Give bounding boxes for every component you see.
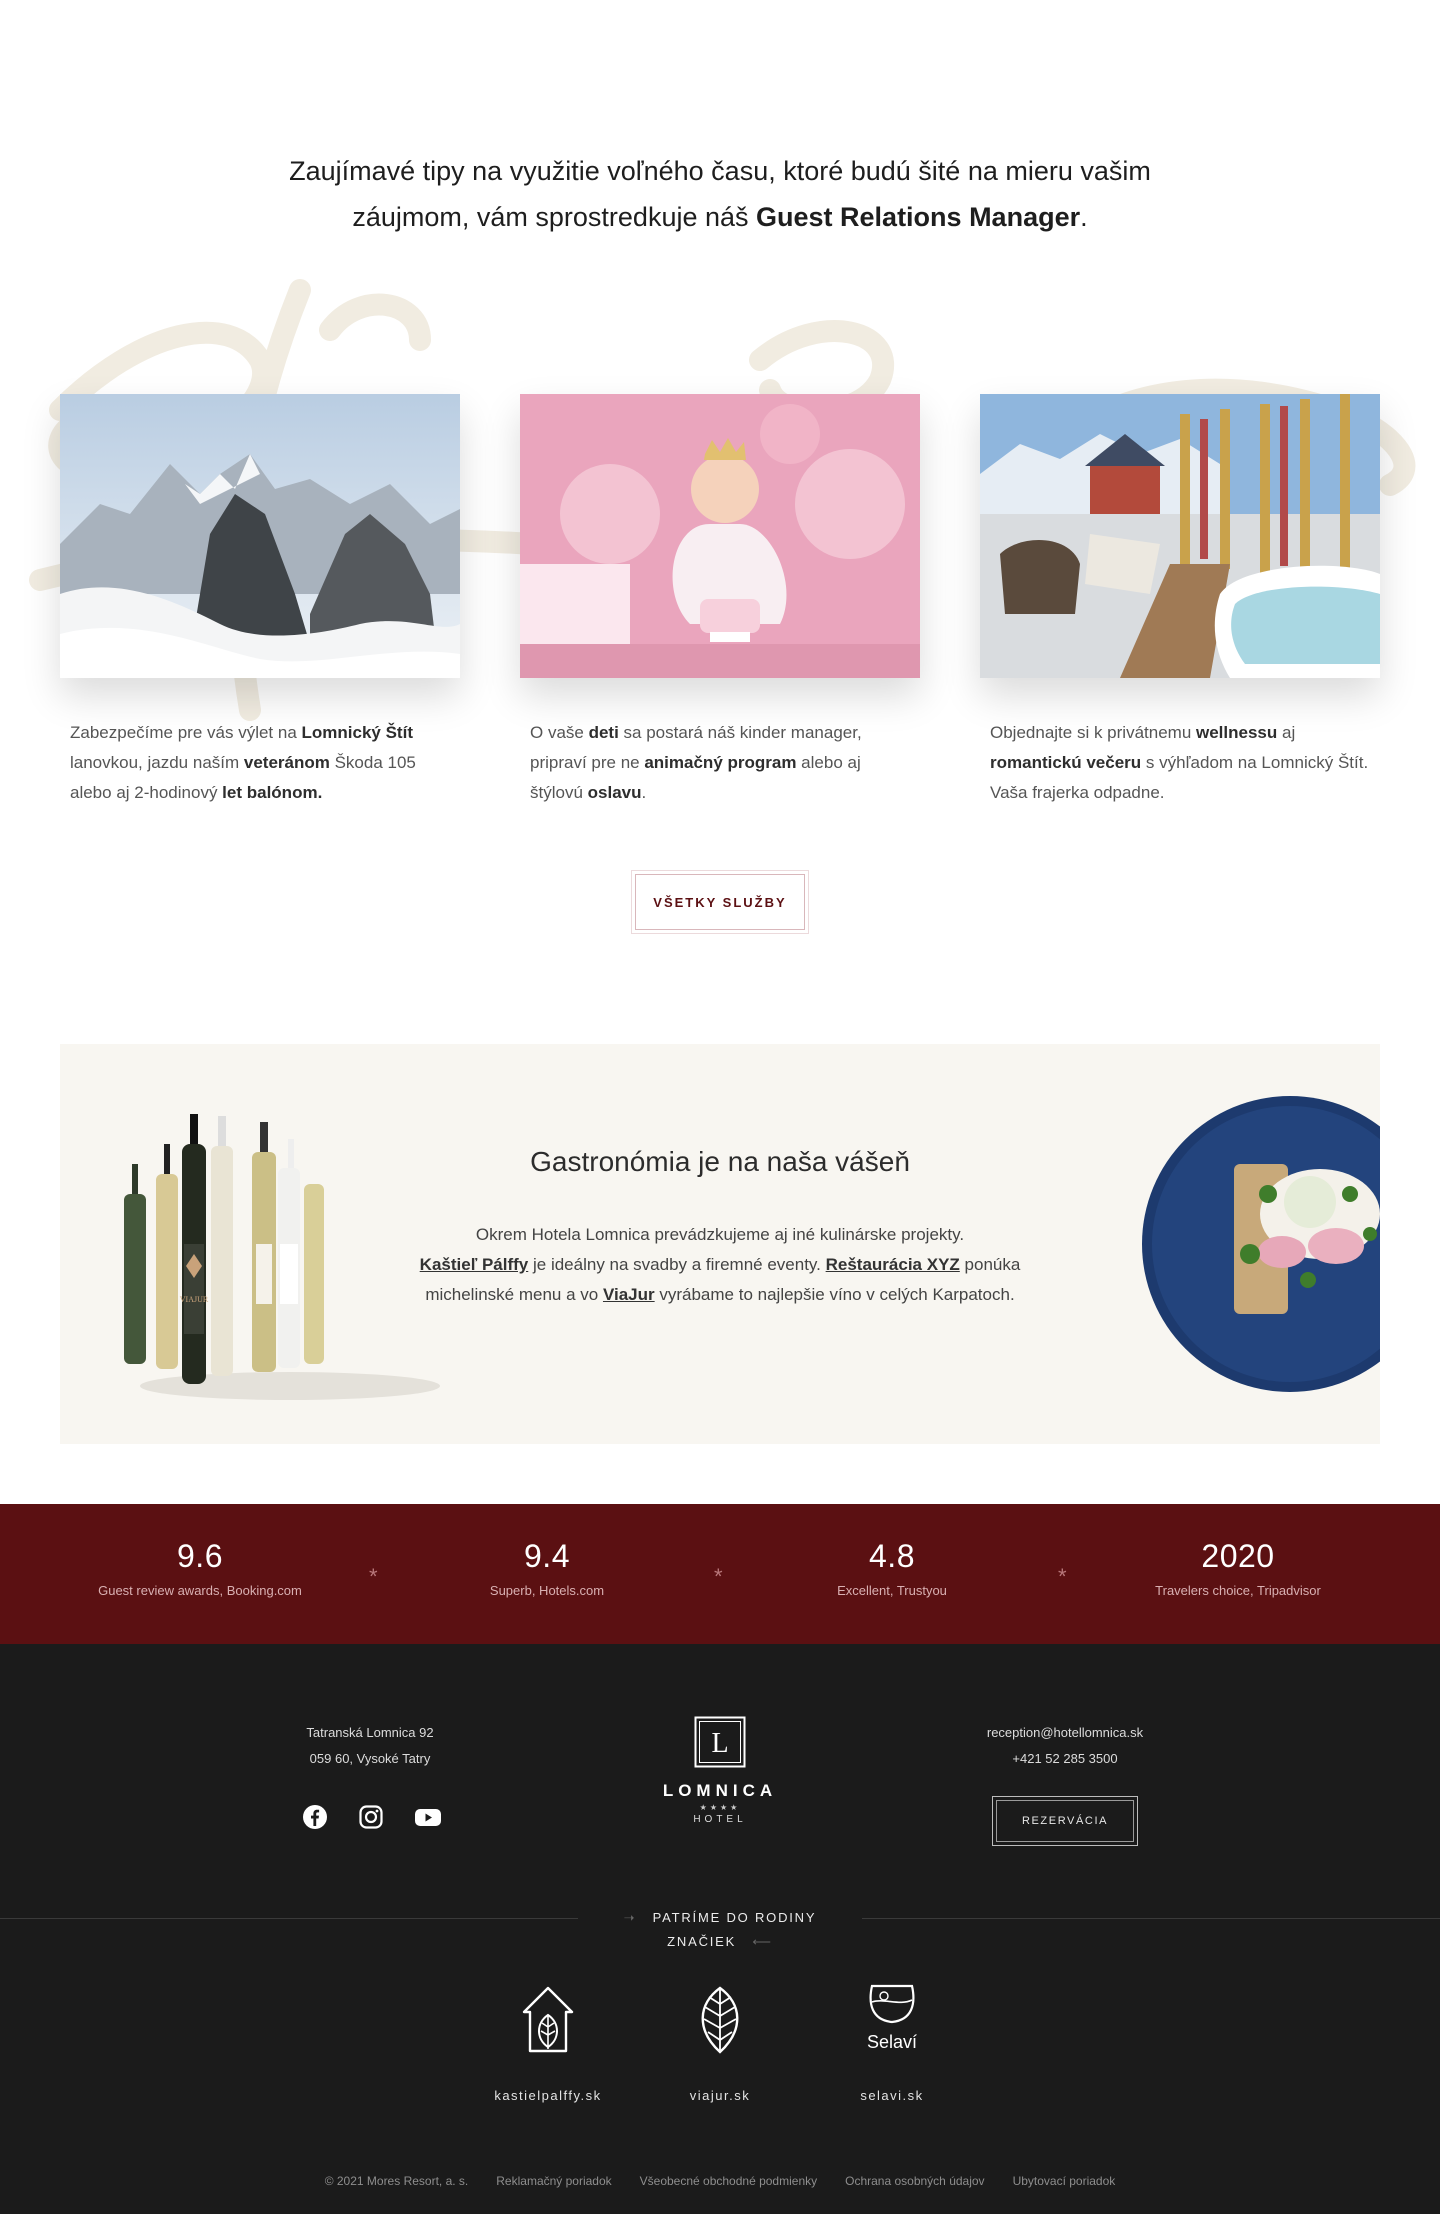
card-text-bold: Lomnický Štít (301, 723, 413, 742)
gastronomy-text-part: vyrábame to najlepšie víno v celých Karp… (654, 1285, 1015, 1304)
footer: Tatranská Lomnica 92 059 60, Vysoké Tatr… (0, 1644, 1440, 2214)
ratings-band: 9.6 Guest review awards, Booking.com * 9… (0, 1504, 1440, 1644)
terms-link[interactable]: Všeobecné obchodné podmienky (640, 2174, 817, 2188)
legal-links: © 2021 Mores Resort, a. s. Reklamačný po… (0, 2174, 1440, 2188)
brand-selavi[interactable]: Selaví selavi.sk (812, 1980, 972, 2103)
service-card-kids: O vaše deti sa postará náš kinder manage… (520, 394, 920, 808)
gastronomy-text-part: je ideálny na svadby a firemné eventy. (528, 1255, 826, 1274)
kids-birthday-photo (520, 394, 920, 678)
card-text-bold: oslavu (587, 783, 642, 802)
card-text-bold: deti (588, 723, 619, 742)
logo-word: LOMNICA (662, 1781, 778, 1800)
footer-address: Tatranská Lomnica 92 059 60, Vysoké Tatr… (260, 1720, 480, 1772)
rating-hotels: 9.4 Superb, Hotels.com (397, 1538, 697, 1598)
restauracia-xyz-link[interactable]: Reštaurácia XYZ (826, 1255, 960, 1274)
social-links (302, 1804, 442, 1832)
address-line-2: 059 60, Vysoké Tatry (309, 1751, 431, 1766)
instagram-icon[interactable] (358, 1804, 386, 1832)
mountain-peaks-photo (60, 394, 460, 678)
all-services-button[interactable]: VŠETKY SLUŽBY (632, 871, 808, 933)
bottle-label: VIAJUR (180, 1295, 209, 1304)
brand-name: kastielpalffy.sk (494, 2088, 602, 2103)
rating-label: Guest review awards, Booking.com (98, 1583, 302, 1598)
logo-mark-icon: L (694, 1716, 746, 1768)
selavi-logo-text: Selaví (867, 2032, 917, 2052)
intro-period: . (1080, 202, 1088, 232)
wine-glass-icon: Selaví (867, 1984, 917, 2052)
logo-letter: L (711, 1728, 728, 1759)
logo-stars: ★★★★ (699, 1803, 741, 1812)
address-line-1: Tatranská Lomnica 92 (306, 1725, 434, 1740)
rating-score: 4.8 (869, 1538, 915, 1574)
intro-line1: Zaujímavé tipy na využitie voľného času,… (289, 156, 1151, 186)
gastronomy-text: Okrem Hotela Lomnica prevádzkujeme aj in… (410, 1220, 1030, 1310)
leaf-icon (701, 1986, 739, 2054)
service-card-wellness-text: Objednajte si k privátnemu wellnessu aj … (980, 718, 1370, 808)
footer-contact: reception@hotellomnica.sk +421 52 285 35… (960, 1720, 1170, 1772)
card-text-part: lanovkou, jazdu naším (70, 753, 244, 772)
viajur-link[interactable]: ViaJur (603, 1285, 655, 1304)
rating-trustyou: 4.8 Excellent, Trustyou (742, 1538, 1042, 1598)
service-card-kids-text: O vaše deti sa postará náš kinder manage… (520, 718, 910, 808)
house-leaf-icon (522, 1986, 574, 2053)
card-text-part: O vaše (530, 723, 589, 742)
card-text-bold: veteránom (243, 753, 330, 772)
accommodation-rules-link[interactable]: Ubytovací poriadok (1013, 2174, 1116, 2188)
rating-separator: * (369, 1564, 378, 1589)
brand-viajur[interactable]: viajur.sk (640, 1980, 800, 2103)
rating-label: Travelers choice, Tripadvisor (1155, 1583, 1321, 1598)
rating-score: 9.4 (524, 1538, 570, 1574)
card-text-bold: let balónom. (222, 783, 323, 802)
brand-family-heading-text: PATRÍME DO RODINY ZNAČIEK (652, 1910, 817, 1949)
youtube-icon[interactable] (414, 1804, 442, 1832)
brand-family-heading: ➝ PATRÍME DO RODINY ZNAČIEK ⟵ (578, 1906, 862, 1949)
hotel-lomnica-logo[interactable]: L LOMNICA ★★★★ HOTEL (655, 1716, 785, 1825)
rating-score: 9.6 (177, 1538, 223, 1574)
food-plate-image (1142, 1096, 1380, 1392)
brand-name: selavi.sk (860, 2088, 924, 2103)
gastronomy-section: VIAJUR Gastronómia je na naša vášeň Okre… (60, 1044, 1380, 1444)
reservation-button[interactable]: REZERVÁCIA (992, 1796, 1138, 1846)
card-text-part: aj (1277, 723, 1296, 742)
card-text-part: Zabezpečíme pre vás výlet na (70, 723, 302, 742)
brand-name: viajur.sk (689, 2088, 751, 2103)
kastiel-palffy-link[interactable]: Kaštieľ Pálffy (420, 1255, 529, 1274)
logo-sub: HOTEL (693, 1814, 747, 1825)
brand-kastielpalffy[interactable]: kastielpalffy.sk (468, 1980, 628, 2103)
rating-label: Excellent, Trustyou (837, 1583, 947, 1598)
copyright-text: © 2021 Mores Resort, a. s. (324, 2174, 469, 2188)
card-text-bold: animačný program (644, 753, 797, 772)
service-card-wellness: Objednajte si k privátnemu wellnessu aj … (980, 394, 1380, 808)
rating-tripadvisor: 2020 Travelers choice, Tripadvisor (1088, 1538, 1388, 1598)
card-text-bold: wellnessu (1196, 723, 1278, 742)
privacy-link[interactable]: Ochrana osobných údajov (845, 2174, 984, 2188)
rating-score: 2020 (1201, 1538, 1275, 1574)
email-link[interactable]: reception@hotellomnica.sk (960, 1720, 1170, 1746)
facebook-icon[interactable] (302, 1804, 330, 1832)
gastronomy-text-part: Okrem Hotela Lomnica prevádzkujeme aj in… (475, 1225, 965, 1244)
wellness-terrace-photo (980, 394, 1380, 678)
card-text-bold: romantickú večeru (990, 753, 1142, 772)
arrow-right-icon: ⟵ (736, 1934, 773, 1949)
guest-relations-manager: Guest Relations Manager (756, 202, 1081, 232)
card-text-part: Objednajte si k privátnemu (990, 723, 1196, 742)
intro-text: Zaujímavé tipy na využitie voľného času,… (0, 148, 1440, 240)
card-text-part: . (641, 783, 647, 802)
rating-separator: * (1058, 1564, 1067, 1589)
rating-separator: * (714, 1564, 723, 1589)
arrow-left-icon: ➝ (623, 1910, 653, 1925)
complaints-policy-link[interactable]: Reklamačný poriadok (496, 2174, 611, 2188)
rating-booking: 9.6 Guest review awards, Booking.com (50, 1538, 350, 1598)
service-card-trips-text: Zabezpečíme pre vás výlet na Lomnický Št… (60, 718, 450, 808)
rating-label: Superb, Hotels.com (489, 1583, 605, 1598)
intro-line2: záujmom, vám sprostredkuje náš (352, 202, 757, 232)
phone-link[interactable]: +421 52 285 3500 (960, 1746, 1170, 1772)
service-card-trips: Zabezpečíme pre vás výlet na Lomnický Št… (60, 394, 460, 808)
